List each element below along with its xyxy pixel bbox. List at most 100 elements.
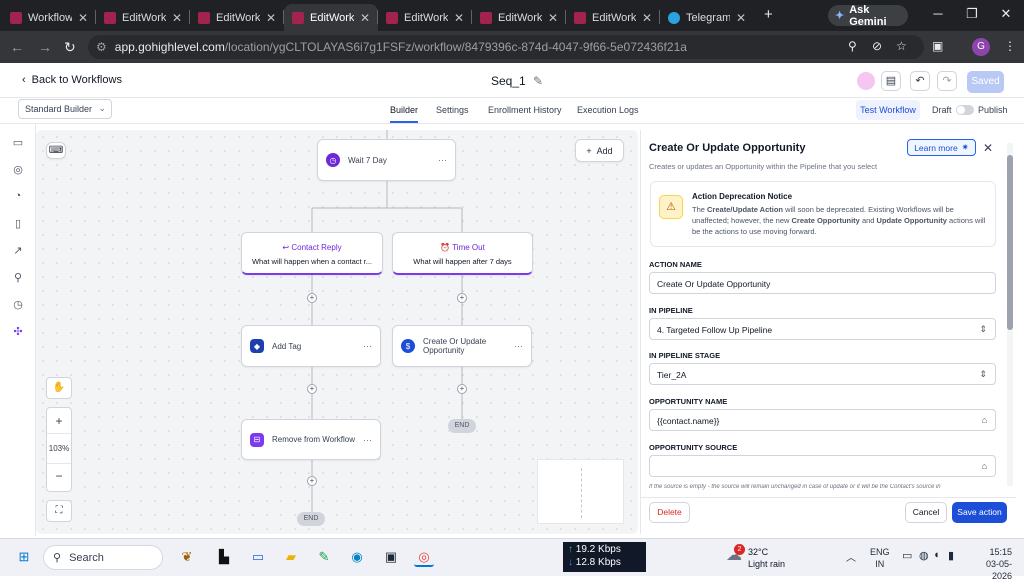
reload-icon[interactable]: ↻ bbox=[64, 39, 76, 56]
branch-time-out[interactable]: ⏰ Time Out What will happen after 7 days bbox=[392, 232, 533, 275]
check-circle-icon[interactable]: ◎ bbox=[11, 163, 25, 177]
test-workflow-button[interactable]: Test Workflow bbox=[856, 100, 920, 120]
delete-button[interactable]: Delete bbox=[649, 502, 690, 523]
document-icon[interactable]: ▯ bbox=[11, 217, 25, 231]
stage-select[interactable]: Tier_2A ⇕ bbox=[649, 363, 996, 385]
edge-icon[interactable]: ◉ bbox=[347, 547, 367, 567]
keyboard-icon[interactable]: ⌨ bbox=[46, 142, 66, 159]
pipeline-select[interactable]: 4. Targeted Follow Up Pipeline ⇕ bbox=[649, 318, 996, 340]
weather-widget[interactable]: 32°C Light rain bbox=[748, 546, 785, 570]
remove-from-workflow-node[interactable]: ⊟ Remove from Workflow ··· bbox=[241, 419, 381, 460]
workflow-canvas[interactable]: ⌨ + Add ◷ Wait 7 Day ··· ↩ Contact Reply … bbox=[36, 130, 638, 534]
search-icon[interactable]: ⚲ bbox=[11, 271, 25, 285]
cancel-button[interactable]: Cancel bbox=[905, 502, 947, 523]
site-info-icon[interactable]: ⚙ bbox=[96, 40, 107, 54]
workflow-title[interactable]: Seq_1 ✎ bbox=[491, 74, 543, 88]
more-options-icon[interactable]: ··· bbox=[363, 435, 372, 445]
close-panel-icon[interactable]: ✕ bbox=[983, 141, 993, 155]
history-icon[interactable]: ◔ bbox=[11, 190, 25, 204]
builder-select[interactable]: Standard Builder ⌄ bbox=[18, 99, 112, 119]
browser-tab[interactable]: EditWorkfl ✕ bbox=[472, 4, 566, 31]
save-action-button[interactable]: Save action bbox=[952, 502, 1007, 523]
clock-icon[interactable]: ◷ bbox=[11, 298, 25, 312]
undo-icon[interactable]: ↶ bbox=[910, 71, 930, 91]
add-step-button[interactable]: + bbox=[457, 384, 467, 394]
redo-icon[interactable]: ↷ bbox=[937, 71, 957, 91]
browser-tab[interactable]: EditWorkfl ✕ bbox=[96, 4, 190, 31]
close-tab-icon[interactable]: ✕ bbox=[642, 11, 652, 25]
tag-icon[interactable]: ⌂ bbox=[982, 415, 987, 425]
external-link-icon[interactable]: ↗ bbox=[11, 244, 25, 258]
minimap[interactable] bbox=[537, 459, 624, 524]
new-tab-button[interactable]: + bbox=[764, 6, 773, 23]
language-indicator[interactable]: ENG IN bbox=[870, 546, 890, 570]
ask-gemini-button[interactable]: ✦ Ask Gemini bbox=[828, 4, 908, 28]
add-tag-node[interactable]: ◆ Add Tag ··· bbox=[241, 325, 381, 367]
back-to-workflows-link[interactable]: ‹ Back to Workflows bbox=[22, 74, 122, 86]
branch-contact-reply[interactable]: ↩ Contact Reply What will happen when a … bbox=[241, 232, 383, 275]
saved-button[interactable]: Saved bbox=[967, 71, 1004, 93]
tab-search-icon[interactable]: ▣ bbox=[932, 39, 943, 53]
add-step-button[interactable]: + bbox=[307, 384, 317, 394]
ai-sparkle-icon[interactable]: ✣ bbox=[11, 325, 25, 339]
notepad-icon[interactable]: ✎ bbox=[314, 547, 334, 567]
add-step-button[interactable]: + bbox=[307, 476, 317, 486]
battery-icon[interactable]: ▮ bbox=[948, 549, 954, 562]
close-tab-icon[interactable]: ✕ bbox=[548, 11, 558, 25]
taskbar-search[interactable]: ⚲ Search bbox=[43, 545, 163, 570]
opportunity-name-input[interactable]: {{contact.name}} ⌂ bbox=[649, 409, 996, 431]
browser-tab[interactable]: EditWorkfl ✕ bbox=[566, 4, 660, 31]
clock[interactable]: 15:15 03-05-2026 bbox=[976, 546, 1012, 582]
network-icon[interactable]: ◍ bbox=[919, 549, 929, 562]
display-icon[interactable]: ▭ bbox=[902, 549, 912, 562]
close-tab-icon[interactable]: ✕ bbox=[360, 11, 370, 25]
profile-avatar[interactable]: G bbox=[972, 38, 990, 56]
close-window-icon[interactable]: ✕ bbox=[996, 6, 1016, 22]
wait-node[interactable]: ◷ Wait 7 Day ··· bbox=[317, 139, 456, 181]
windows-start-icon[interactable]: ⊞ bbox=[14, 547, 34, 567]
create-update-opportunity-node[interactable]: $ Create Or Update Opportunity ··· bbox=[392, 325, 532, 367]
publish-toggle[interactable] bbox=[956, 105, 974, 115]
notes-icon[interactable]: ▤ bbox=[881, 71, 901, 91]
address-bar[interactable]: ⚙ app.gohighlevel.com/location/ygCLTOLAY… bbox=[88, 35, 924, 59]
restore-icon[interactable]: ❐ bbox=[962, 6, 982, 22]
add-step-button[interactable]: + bbox=[307, 293, 317, 303]
fit-view-icon[interactable]: ⛶ bbox=[46, 500, 72, 522]
minimize-icon[interactable]: ─ bbox=[928, 6, 948, 21]
close-tab-icon[interactable]: ✕ bbox=[78, 11, 88, 25]
task-view-icon[interactable]: ▙ bbox=[214, 547, 234, 567]
volume-icon[interactable]: ◖ bbox=[933, 549, 940, 561]
tab-execution-logs[interactable]: Execution Logs bbox=[577, 105, 639, 115]
close-tab-icon[interactable]: ✕ bbox=[736, 11, 746, 25]
more-options-icon[interactable]: ··· bbox=[514, 341, 523, 351]
chevron-up-icon[interactable]: ︿ bbox=[846, 549, 856, 564]
store-icon[interactable]: ▣ bbox=[381, 547, 401, 567]
tab-enrollment-history[interactable]: Enrollment History bbox=[488, 105, 562, 115]
file-explorer-icon[interactable]: ▰ bbox=[281, 547, 301, 567]
close-tab-icon[interactable]: ✕ bbox=[172, 11, 182, 25]
chat-icon[interactable]: ▭ bbox=[11, 136, 25, 150]
add-step-button[interactable]: + bbox=[457, 293, 467, 303]
panel-scrollbar[interactable] bbox=[1007, 143, 1013, 486]
browser-menu-icon[interactable]: ⋮ bbox=[1004, 39, 1016, 53]
chrome-icon[interactable]: ◎ bbox=[414, 547, 434, 567]
browser-tab[interactable]: Workflows ✕ bbox=[2, 4, 96, 31]
tab-builder[interactable]: Builder bbox=[390, 105, 419, 123]
pencil-icon[interactable]: ✎ bbox=[533, 74, 543, 88]
tag-icon[interactable]: ⌂ bbox=[982, 461, 987, 471]
tracking-icon[interactable]: ⊘ bbox=[872, 39, 882, 53]
forward-arrow-icon[interactable]: → bbox=[38, 39, 52, 55]
add-trigger-button[interactable]: + Add bbox=[575, 139, 624, 162]
tab-settings[interactable]: Settings bbox=[436, 105, 469, 115]
pan-hand-icon[interactable]: ✋ bbox=[46, 377, 72, 399]
zoom-icon[interactable]: ⚲ bbox=[848, 39, 857, 53]
browser-tab[interactable]: EditWorkfl ✕ bbox=[284, 4, 378, 31]
close-tab-icon[interactable]: ✕ bbox=[454, 11, 464, 25]
zoom-out-button[interactable]: − bbox=[47, 464, 71, 490]
news-widget-icon[interactable]: ❦ bbox=[168, 547, 206, 567]
more-options-icon[interactable]: ··· bbox=[438, 155, 447, 165]
bookmark-star-icon[interactable]: ☆ bbox=[896, 39, 907, 53]
browser-tab[interactable]: EditWorkfl ✕ bbox=[190, 4, 284, 31]
zoom-in-button[interactable]: + bbox=[47, 408, 71, 434]
more-options-icon[interactable]: ··· bbox=[363, 341, 372, 351]
